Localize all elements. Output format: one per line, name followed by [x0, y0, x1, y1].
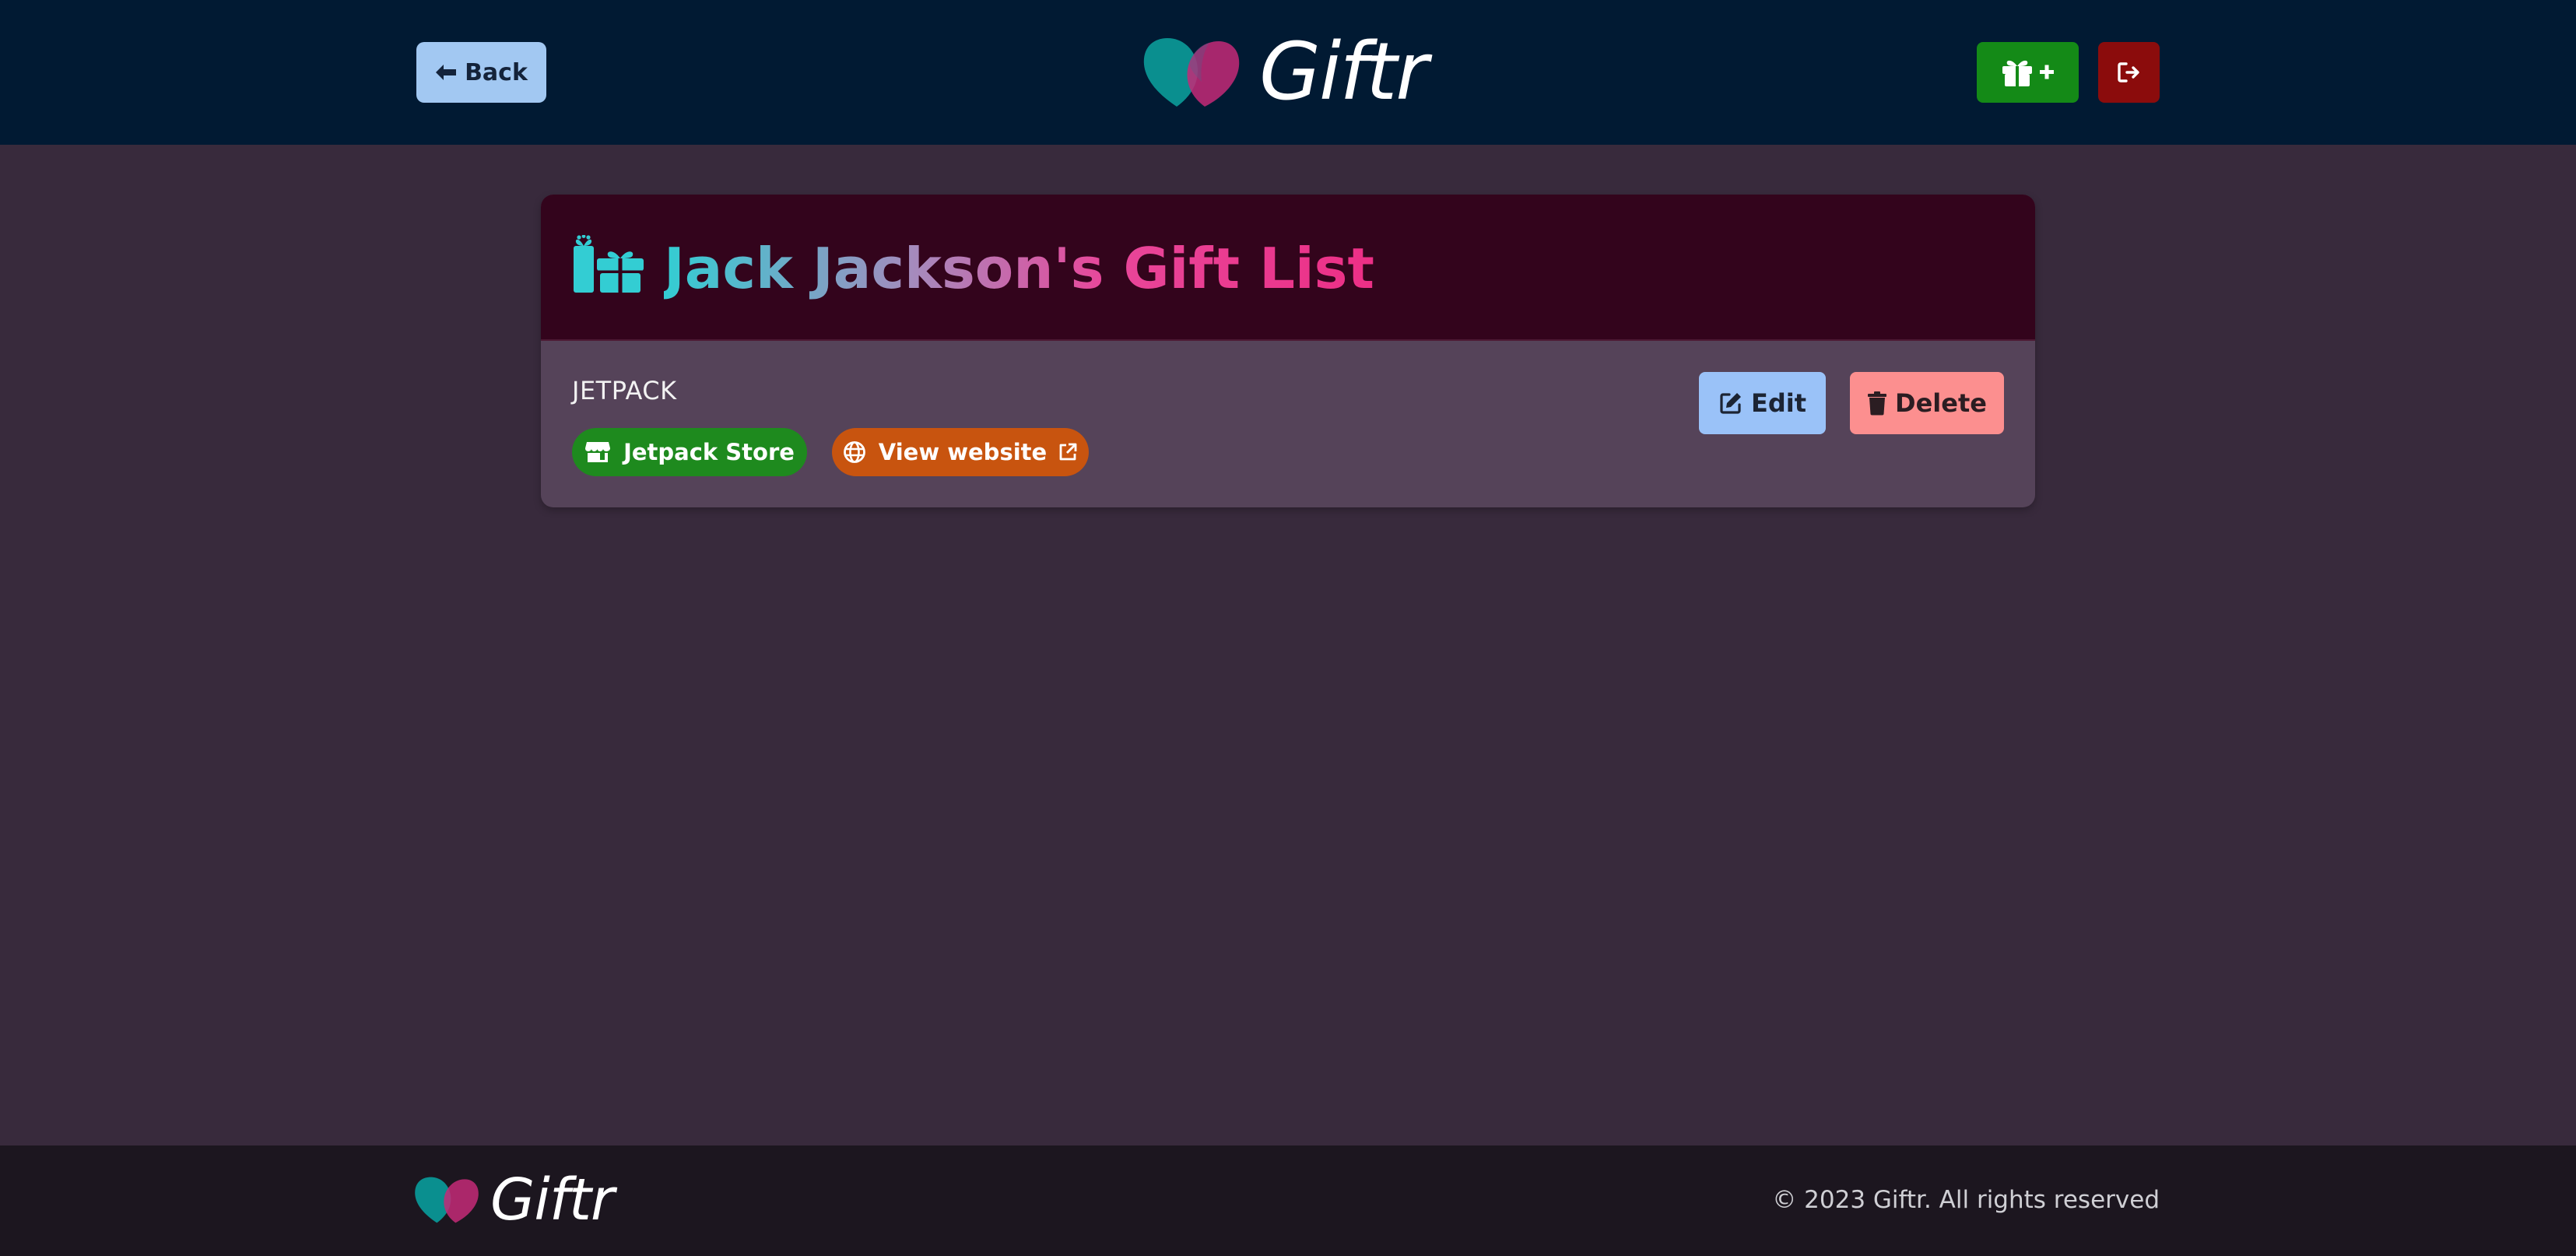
back-button[interactable]: Back — [416, 42, 546, 103]
gift-list-title: Jack Jackson's Gift List — [664, 233, 1374, 303]
gift-plus-icon — [2002, 60, 2054, 86]
delete-button[interactable]: Delete — [1850, 372, 2004, 434]
external-link-icon — [1059, 443, 1077, 461]
edit-icon — [1720, 393, 1741, 414]
gift-list-header: Jack Jackson's Gift List — [541, 195, 2035, 341]
add-gift-button[interactable] — [1977, 42, 2079, 103]
edit-button-label: Edit — [1750, 388, 1807, 418]
brand-name: Giftr — [1259, 26, 1428, 118]
sign-out-icon — [2117, 62, 2139, 82]
top-navbar: Back Giftr — [0, 0, 2576, 145]
delete-button-label: Delete — [1895, 388, 1987, 418]
giftr-heart-logo-icon — [1143, 38, 1240, 107]
view-website-link[interactable]: View website — [832, 428, 1089, 476]
gift-name: JETPACK — [572, 376, 677, 405]
page-footer: Giftr © 2023 Giftr. All rights reserved — [0, 1145, 2576, 1256]
store-icon — [585, 442, 611, 462]
arrow-left-icon — [436, 65, 457, 80]
back-button-label: Back — [465, 58, 528, 86]
footer-brand-name: Giftr — [490, 1167, 614, 1233]
brand-logo[interactable]: Giftr — [1142, 26, 1428, 118]
gift-list-card: Jack Jackson's Gift List JETPACK Jetpack… — [541, 195, 2035, 507]
store-tag-label: Jetpack Store — [623, 439, 795, 465]
giftr-heart-logo-icon — [415, 1177, 479, 1223]
copyright-text: © 2023 Giftr. All rights reserved — [1772, 1186, 2160, 1214]
view-website-label: View website — [878, 439, 1048, 465]
store-tag[interactable]: Jetpack Store — [572, 428, 807, 476]
logout-button[interactable] — [2098, 42, 2160, 103]
gifts-icon — [574, 235, 644, 293]
globe-icon — [843, 441, 865, 463]
footer-brand-logo: Giftr — [414, 1164, 614, 1236]
edit-button[interactable]: Edit — [1699, 372, 1826, 434]
trash-icon — [1868, 391, 1887, 416]
